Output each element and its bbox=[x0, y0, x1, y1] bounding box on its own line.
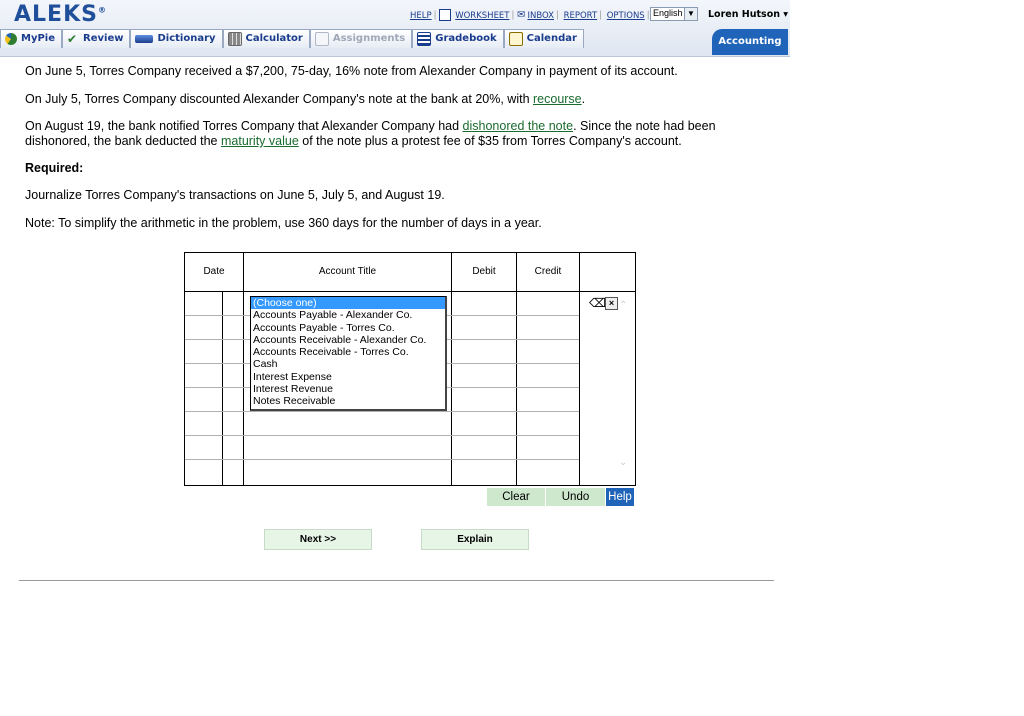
chevron-down-icon: ▼ bbox=[684, 8, 697, 20]
eraser-icon[interactable]: ⌫ bbox=[589, 297, 606, 309]
recourse-link[interactable]: recourse bbox=[533, 92, 582, 106]
tab-gradebook[interactable]: Gradebook bbox=[412, 29, 504, 48]
dropdown-option[interactable]: Accounts Payable - Alexander Co. bbox=[251, 309, 445, 321]
assignments-icon bbox=[314, 32, 329, 46]
help-link[interactable]: HELP bbox=[410, 11, 432, 21]
tab-calculator[interactable]: Calculator bbox=[222, 29, 310, 48]
explain-button[interactable]: Explain bbox=[421, 529, 529, 550]
user-menu[interactable]: Loren Hutson ▾ bbox=[708, 9, 788, 20]
tab-accounting[interactable]: Accounting bbox=[712, 29, 788, 55]
book-icon bbox=[135, 35, 154, 43]
dishonored-note-link[interactable]: dishonored the note bbox=[463, 119, 574, 133]
options-link[interactable]: OPTIONS bbox=[607, 11, 645, 21]
problem-paragraph-4: Journalize Torres Company's transactions… bbox=[25, 188, 445, 202]
report-link[interactable]: REPORT bbox=[564, 11, 598, 21]
pie-icon bbox=[5, 33, 17, 45]
account-title-column-header: Account Title bbox=[244, 253, 452, 291]
dropdown-option[interactable]: Accounts Receivable - Torres Co. bbox=[251, 346, 445, 358]
gradebook-icon bbox=[417, 32, 432, 46]
maturity-value-link[interactable]: maturity value bbox=[221, 134, 299, 148]
account-title-dropdown[interactable]: (Choose one) Accounts Payable - Alexande… bbox=[250, 296, 447, 411]
dropdown-option[interactable]: Interest Expense bbox=[251, 371, 445, 383]
row-tools: ⌫ × bbox=[589, 297, 618, 310]
tab-bar: MyPie ✔ Review Dictionary Calculator Ass… bbox=[0, 29, 584, 49]
clear-button[interactable]: Clear bbox=[487, 488, 545, 506]
undo-button[interactable]: Undo bbox=[546, 488, 605, 506]
tab-mypie[interactable]: MyPie bbox=[0, 29, 63, 48]
credit-column-header: Credit bbox=[517, 253, 580, 291]
dropdown-option[interactable]: Accounts Payable - Torres Co. bbox=[251, 322, 445, 334]
scroll-up-icon[interactable]: ⌃ bbox=[619, 300, 627, 311]
tab-assignments: Assignments bbox=[309, 29, 413, 48]
app-header: ALEKS® HELP | WORKSHEET | ✉ INBOX | REPORT | … bbox=[0, 0, 790, 57]
tab-calendar[interactable]: Calendar bbox=[503, 29, 584, 48]
help-button[interactable]: Help bbox=[606, 488, 634, 506]
language-value: English bbox=[653, 8, 683, 18]
dropdown-option[interactable]: Interest Revenue bbox=[251, 383, 445, 395]
worksheet-link[interactable]: WORKSHEET bbox=[455, 11, 509, 21]
problem-paragraph-2: On July 5, Torres Company discounted Ale… bbox=[25, 92, 586, 106]
problem-paragraph-1: On June 5, Torres Company received a $7,… bbox=[25, 64, 678, 78]
top-links: HELP | WORKSHEET | ✉ INBOX | REPORT | OPTIONS… bbox=[410, 9, 650, 21]
scroll-down-icon[interactable]: ⌄ bbox=[619, 457, 627, 468]
tab-review[interactable]: ✔ Review bbox=[62, 29, 131, 48]
inbox-link[interactable]: INBOX bbox=[527, 11, 554, 21]
dropdown-option[interactable]: Cash bbox=[251, 358, 445, 370]
close-icon[interactable]: × bbox=[605, 297, 618, 310]
inbox-icon: ✉ bbox=[517, 9, 526, 21]
dropdown-option[interactable]: Accounts Receivable - Alexander Co. bbox=[251, 334, 445, 346]
calendar-icon bbox=[508, 32, 523, 46]
aleks-logo[interactable]: ALEKS® bbox=[14, 2, 107, 27]
debit-column-header: Debit bbox=[452, 253, 517, 291]
dropdown-option[interactable]: Notes Receivable bbox=[251, 395, 445, 407]
dropdown-option[interactable]: (Choose one) bbox=[251, 297, 445, 310]
calculator-icon bbox=[227, 32, 242, 46]
worksheet-icon bbox=[439, 9, 452, 21]
next-button[interactable]: Next >> bbox=[264, 529, 372, 550]
problem-note: Note: To simplify the arithmetic in the … bbox=[25, 216, 542, 230]
check-icon: ✔ bbox=[67, 32, 78, 46]
divider bbox=[19, 580, 774, 581]
date-column-header: Date bbox=[185, 253, 244, 291]
tab-dictionary[interactable]: Dictionary bbox=[130, 29, 223, 48]
language-select[interactable]: English ▼ bbox=[650, 7, 698, 21]
required-heading: Required: bbox=[25, 161, 84, 175]
problem-paragraph-3: On August 19, the bank notified Torres C… bbox=[25, 119, 716, 148]
